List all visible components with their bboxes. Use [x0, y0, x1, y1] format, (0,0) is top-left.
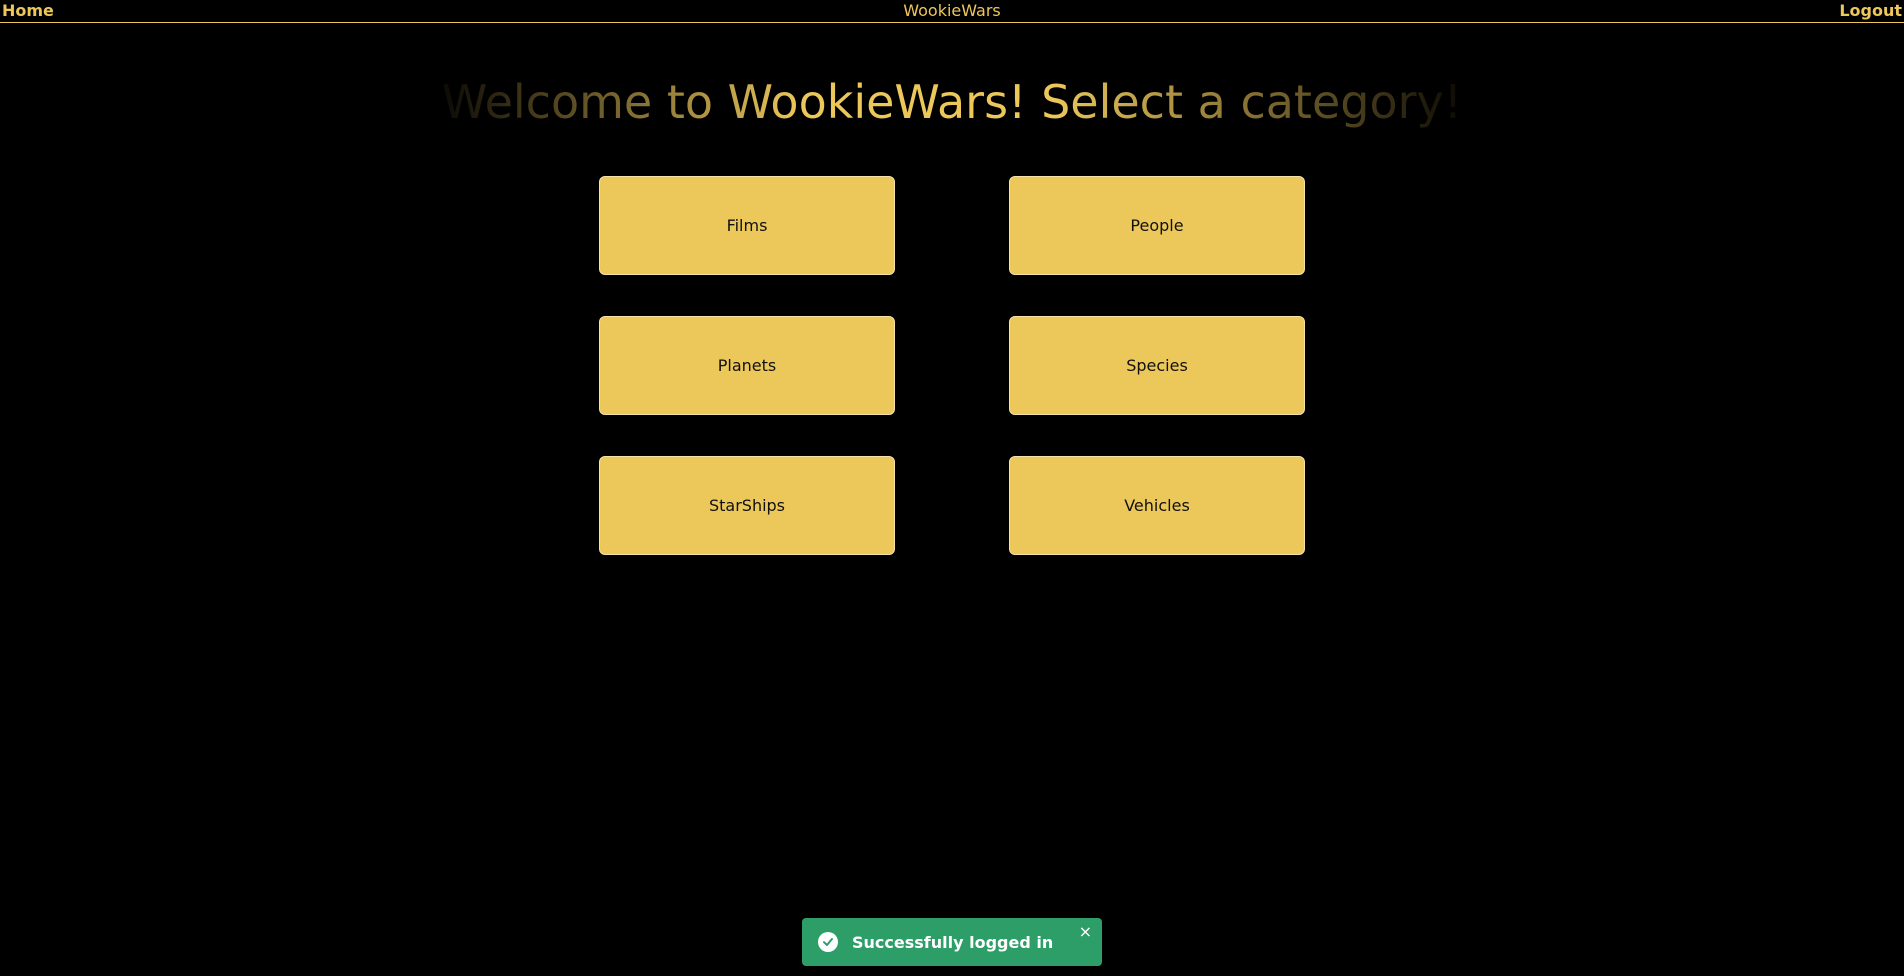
- category-grid: Films People Planets Species StarShips V…: [599, 176, 1305, 555]
- success-toast: Successfully logged in ×: [802, 918, 1102, 966]
- logout-link[interactable]: Logout: [1839, 2, 1902, 20]
- close-icon[interactable]: ×: [1079, 924, 1092, 940]
- category-button-species[interactable]: Species: [1009, 316, 1305, 415]
- toast-message: Successfully logged in: [852, 932, 1054, 952]
- category-button-vehicles[interactable]: Vehicles: [1009, 456, 1305, 555]
- category-button-people[interactable]: People: [1009, 176, 1305, 275]
- welcome-heading: Welcome to WookieWars! Select a category…: [0, 74, 1904, 130]
- category-button-starships[interactable]: StarShips: [599, 456, 895, 555]
- app-title: WookieWars: [903, 1, 1001, 20]
- check-circle-icon: [818, 932, 838, 952]
- category-button-planets[interactable]: Planets: [599, 316, 895, 415]
- category-button-films[interactable]: Films: [599, 176, 895, 275]
- welcome-text: Welcome to WookieWars! Select a category…: [441, 75, 1463, 129]
- top-navbar: Home WookieWars Logout: [0, 0, 1904, 23]
